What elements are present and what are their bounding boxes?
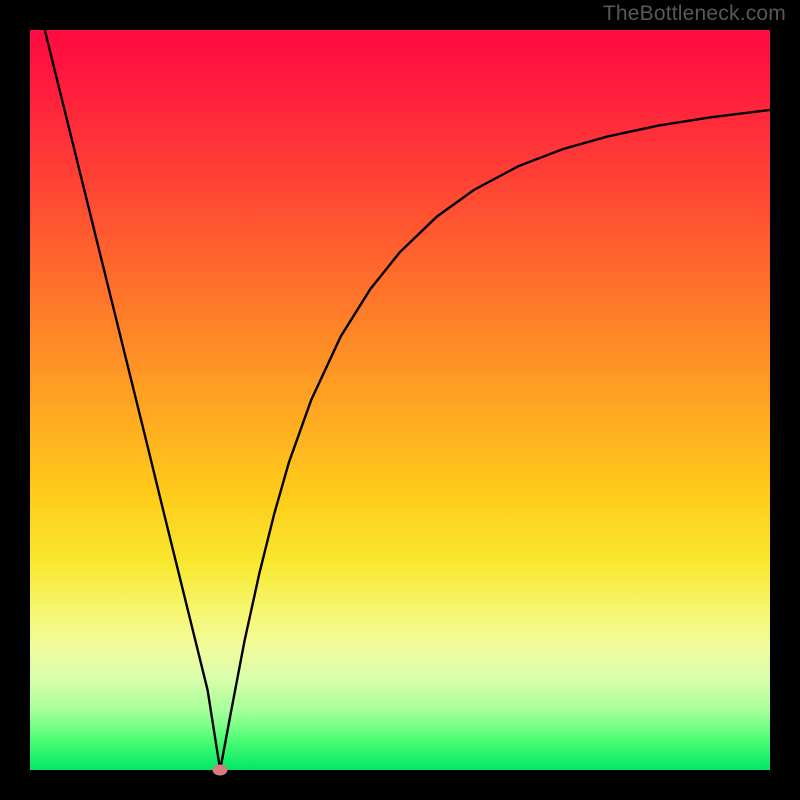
bottleneck-curve: [45, 30, 770, 770]
curve-svg: [30, 30, 770, 770]
watermark-text: TheBottleneck.com: [603, 2, 786, 26]
plot-area: [30, 30, 770, 770]
optimum-marker: [213, 765, 228, 776]
chart-frame: TheBottleneck.com: [0, 0, 800, 800]
